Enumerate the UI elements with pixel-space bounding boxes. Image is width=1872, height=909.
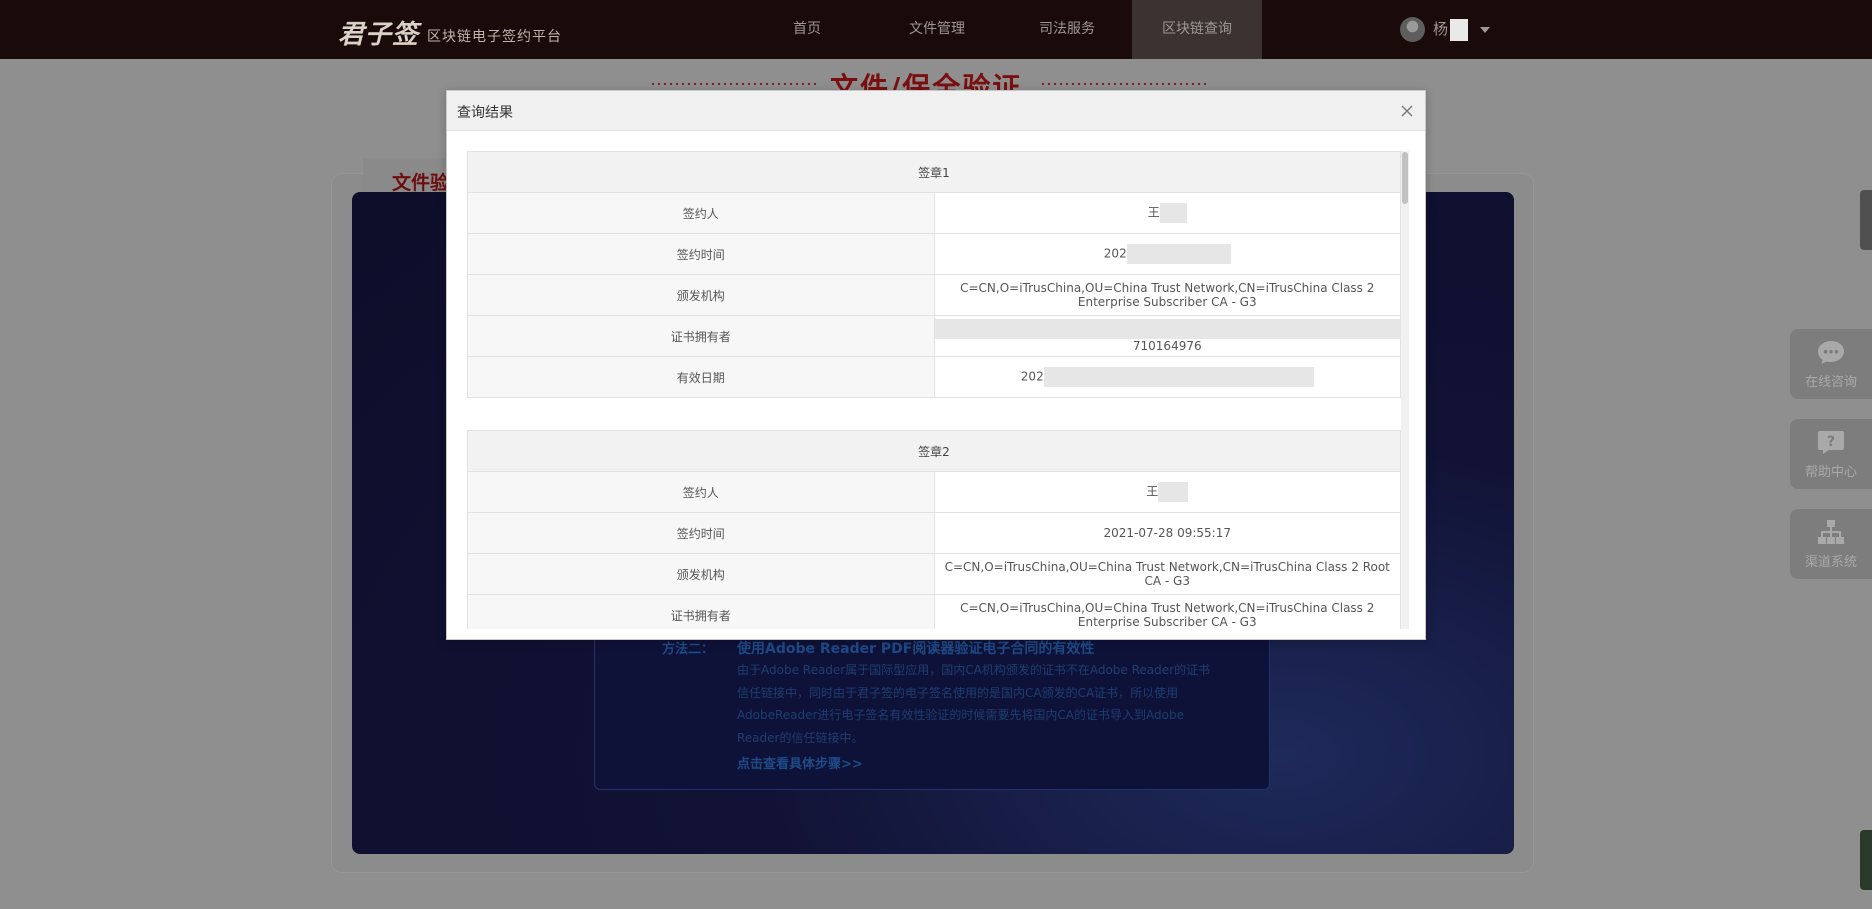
dialog-header: 查询结果 bbox=[447, 91, 1425, 131]
redaction-mask bbox=[934, 319, 1409, 339]
float-label: 帮助中心 bbox=[1804, 464, 1857, 480]
float-label: 渠道系统 bbox=[1804, 554, 1857, 570]
signature-table: 签章1 签约人 王 签约时间 202 颁发机构 C=CN,O=iTrusChin… bbox=[467, 151, 1409, 398]
row-value: 2021-07-28 09:55:17 bbox=[933, 512, 1401, 554]
row-value: 202 bbox=[933, 233, 1401, 275]
row-key: 签约人 bbox=[467, 192, 935, 234]
main-nav: 首页 文件管理 司法服务 区块链查询 bbox=[742, 0, 1262, 59]
table-row: 证书拥有者 710164976 bbox=[467, 315, 1409, 357]
network-icon bbox=[1816, 519, 1846, 545]
nav-file-management[interactable]: 文件管理 bbox=[872, 0, 1002, 59]
row-value: C=CN,O=iTrusChina,OU=China Trust Network… bbox=[933, 594, 1401, 629]
logo-mark: 君子签 bbox=[338, 20, 420, 50]
method-description: 由于Adobe Reader属于国际型应用，国内CA机构颁发的证书不在Adobe… bbox=[737, 663, 1211, 745]
query-result-dialog: 查询结果 签章1 签约人 王 签约时间 202 颁发机构 C=CN,O=iTru… bbox=[446, 90, 1426, 640]
nav-blockchain-query[interactable]: 区块链查询 bbox=[1132, 0, 1262, 59]
row-value: 王 bbox=[933, 192, 1401, 234]
row-value: 王 bbox=[933, 471, 1401, 513]
decorative-dots-right bbox=[1040, 81, 1210, 87]
svg-text:?: ? bbox=[1827, 434, 1835, 450]
signature-heading: 签章2 bbox=[467, 430, 1401, 472]
row-key: 证书拥有者 bbox=[467, 594, 935, 629]
redaction-mask bbox=[1450, 18, 1469, 41]
row-key: 证书拥有者 bbox=[467, 315, 935, 357]
table-row: 颁发机构 C=CN,O=iTrusChina,OU=China Trust Ne… bbox=[467, 553, 1401, 595]
row-key: 签约人 bbox=[467, 471, 935, 513]
redaction-mask bbox=[1159, 203, 1187, 223]
table-row: 签约人 王 bbox=[467, 471, 1401, 513]
signature-table: 签章2 签约人 王 签约时间 2021-07-28 09:55:17 颁发机构 … bbox=[467, 430, 1401, 629]
tab-file-verification[interactable]: 文件验 bbox=[392, 168, 449, 195]
close-icon[interactable] bbox=[1395, 99, 1419, 123]
row-value: 202 bbox=[933, 356, 1401, 398]
table-row: 签约时间 2021-07-28 09:55:17 bbox=[467, 512, 1401, 554]
row-key: 签约时间 bbox=[467, 233, 935, 275]
redaction-mask bbox=[1126, 244, 1231, 264]
row-key: 签约时间 bbox=[467, 512, 935, 554]
online-consult-button[interactable]: 在线咨询 bbox=[1790, 329, 1872, 399]
scrollbar-track[interactable] bbox=[1401, 151, 1409, 629]
table-row: 签约时间 202 bbox=[467, 233, 1401, 275]
row-key: 有效日期 bbox=[467, 356, 935, 398]
redaction-mask bbox=[1158, 482, 1189, 502]
scrollbar-thumb[interactable] bbox=[1402, 152, 1408, 204]
table-row: 有效日期 202 bbox=[467, 356, 1401, 398]
top-navigation-bar: 君子签 区块链电子签约平台 首页 文件管理 司法服务 区块链查询 杨 bbox=[0, 0, 1872, 59]
nav-home[interactable]: 首页 bbox=[742, 0, 872, 59]
method-title: 使用Adobe Reader PDF阅读器验证电子合同的有效性 bbox=[737, 641, 1095, 657]
row-value: C=CN,O=iTrusChina,OU=China Trust Network… bbox=[933, 553, 1401, 595]
row-key: 颁发机构 bbox=[467, 553, 935, 595]
float-label: 在线咨询 bbox=[1804, 374, 1857, 390]
table-row: 证书拥有者 C=CN,O=iTrusChina,OU=China Trust N… bbox=[467, 594, 1401, 629]
site-logo[interactable]: 君子签 区块链电子签约平台 bbox=[338, 14, 562, 51]
logo-subtitle: 区块链电子签约平台 bbox=[427, 28, 563, 45]
chevron-down-icon[interactable] bbox=[1480, 26, 1491, 33]
chat-icon bbox=[1816, 339, 1846, 365]
decorative-dots-left bbox=[650, 81, 820, 87]
avatar[interactable] bbox=[1400, 17, 1425, 42]
row-value: C=CN,O=iTrusChina,OU=China Trust Network… bbox=[933, 274, 1401, 316]
row-value: 710164976 bbox=[933, 315, 1409, 357]
help-icon: ? bbox=[1816, 429, 1846, 455]
edge-widget[interactable] bbox=[1860, 190, 1872, 250]
signature-heading: 签章1 bbox=[467, 151, 1401, 193]
channel-system-button[interactable]: 渠道系统 bbox=[1790, 509, 1872, 579]
table-row: 签约人 王 bbox=[467, 192, 1401, 234]
help-center-button[interactable]: ? 帮助中心 bbox=[1790, 419, 1872, 489]
method-tag: 方法二： bbox=[662, 642, 715, 657]
dialog-body[interactable]: 签章1 签约人 王 签约时间 202 颁发机构 C=CN,O=iTrusChin… bbox=[467, 151, 1409, 629]
nav-judicial-services[interactable]: 司法服务 bbox=[1002, 0, 1132, 59]
table-row: 颁发机构 C=CN,O=iTrusChina,OU=China Trust Ne… bbox=[467, 274, 1401, 316]
row-key: 颁发机构 bbox=[467, 274, 935, 316]
redaction-mask bbox=[1043, 367, 1314, 387]
view-steps-link[interactable]: 点击查看具体步骤>> bbox=[737, 753, 863, 772]
dialog-title: 查询结果 bbox=[457, 105, 513, 121]
user-name[interactable]: 杨 bbox=[1433, 18, 1469, 41]
edge-widget-bottom[interactable] bbox=[1860, 830, 1872, 890]
user-menu[interactable]: 杨 bbox=[1400, 17, 1491, 42]
